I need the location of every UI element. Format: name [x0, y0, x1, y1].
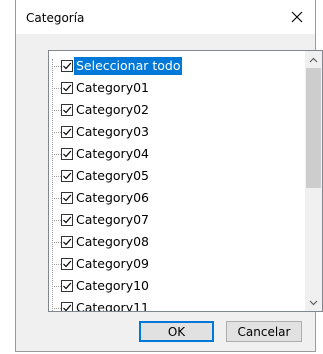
tree-item-label: Category03: [76, 124, 150, 139]
chevron-down-icon: [309, 300, 318, 305]
checkmark-icon: [63, 194, 72, 202]
tree-branch-line: [52, 241, 61, 243]
close-button[interactable]: [279, 0, 315, 34]
checkmark-icon: [63, 304, 72, 311]
tree-item[interactable]: Category07: [52, 209, 151, 231]
close-icon: [291, 11, 303, 23]
tree-item-label: Category11: [76, 300, 150, 312]
checkmark-icon: [63, 238, 72, 246]
tree-item[interactable]: Category05: [52, 165, 151, 187]
tree-branch-line: [52, 109, 61, 111]
ok-button[interactable]: OK: [139, 321, 214, 342]
chevron-up-icon: [309, 57, 318, 62]
checkbox[interactable]: [61, 302, 73, 311]
checkbox[interactable]: [61, 104, 73, 116]
tree-item[interactable]: Category04: [52, 143, 151, 165]
tree-item[interactable]: Category01: [52, 77, 151, 99]
tree-branch-line: [52, 131, 61, 133]
cancel-button[interactable]: Cancelar: [226, 321, 302, 342]
tree-branch-line: [52, 219, 61, 221]
tree-item[interactable]: Category10: [52, 275, 151, 297]
tree-branch-line: [52, 197, 61, 199]
tree-branch-line: [52, 307, 61, 309]
title-bar: Categoría: [16, 0, 315, 34]
checkbox[interactable]: [61, 280, 73, 292]
tree-item[interactable]: Category11: [52, 297, 151, 312]
tree-branch-line: [52, 153, 61, 155]
checkbox[interactable]: [61, 236, 73, 248]
checkmark-icon: [63, 216, 72, 224]
tree-branch-line: [52, 175, 61, 177]
tree-branch-line: [52, 87, 61, 89]
checkbox[interactable]: [61, 170, 73, 182]
tree-branch-line: [52, 263, 61, 265]
category-tree[interactable]: Seleccionar todo Category01 Category02 Cate…: [48, 50, 323, 312]
tree-item[interactable]: Category09: [52, 253, 151, 275]
tree-item-label: Category05: [76, 168, 150, 183]
checkmark-icon: [63, 172, 72, 180]
tree-item-label: Seleccionar todo: [74, 57, 183, 75]
tree-item[interactable]: Category06: [52, 187, 151, 209]
dialog-title: Categoría: [26, 11, 85, 25]
checkmark-icon: [63, 106, 72, 114]
cancel-button-label: Cancelar: [237, 324, 291, 339]
checkmark-icon: [63, 260, 72, 268]
scroll-thumb[interactable]: [306, 68, 321, 188]
tree-item[interactable]: Category02: [52, 99, 151, 121]
checkbox[interactable]: [61, 192, 73, 204]
tree-item-label: Category06: [76, 190, 150, 205]
scroll-up-button[interactable]: [305, 51, 322, 68]
tree-item-label: Category08: [76, 234, 150, 249]
checkbox[interactable]: [61, 60, 73, 72]
checkmark-icon: [63, 128, 72, 136]
tree-branch-line: [52, 65, 61, 67]
tree-item-label: Category10: [76, 278, 150, 293]
tree-branch-line: [52, 285, 61, 287]
checkbox[interactable]: [61, 148, 73, 160]
tree-item[interactable]: Category08: [52, 231, 151, 253]
tree-item-label: Category04: [76, 146, 150, 161]
tree-items: Seleccionar todo Category01 Category02 Cate…: [49, 51, 305, 311]
vertical-scrollbar[interactable]: [305, 51, 322, 311]
checkbox[interactable]: [61, 126, 73, 138]
checkbox[interactable]: [61, 214, 73, 226]
category-dialog: Categoría Seleccionar todo Category01 Cate…: [15, 0, 323, 352]
tree-item-label: Category07: [76, 212, 150, 227]
scroll-down-button[interactable]: [305, 294, 322, 311]
tree-item-select-all[interactable]: Seleccionar todo: [52, 55, 183, 77]
tree-item-label: Category09: [76, 256, 150, 271]
tree-item[interactable]: Category03: [52, 121, 151, 143]
checkbox[interactable]: [61, 82, 73, 94]
checkmark-icon: [63, 282, 72, 290]
checkmark-icon: [63, 62, 72, 70]
checkbox[interactable]: [61, 258, 73, 270]
tree-item-label: Category01: [76, 80, 150, 95]
tree-item-label: Category02: [76, 102, 150, 117]
checkmark-icon: [63, 150, 72, 158]
checkmark-icon: [63, 84, 72, 92]
ok-button-label: OK: [167, 324, 186, 339]
